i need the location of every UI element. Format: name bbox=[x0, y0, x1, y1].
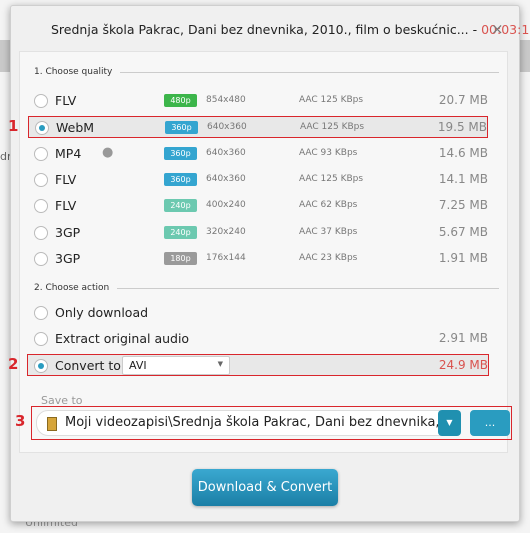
marker-3: 3 bbox=[15, 412, 26, 430]
radio[interactable] bbox=[34, 225, 48, 240]
format: FLV bbox=[55, 93, 77, 108]
chevron-down-icon: ▼ bbox=[217, 360, 223, 368]
quality-badge: 240p bbox=[164, 199, 197, 213]
convert-format-select[interactable]: AVI ▼ bbox=[122, 356, 230, 375]
format: WebM bbox=[56, 120, 95, 136]
action-extract-audio[interactable]: Extract original audio 2.91 MB bbox=[28, 328, 488, 350]
file-size: 5.67 MB bbox=[438, 224, 488, 239]
radio[interactable] bbox=[34, 306, 48, 320]
quality-badge: 360p bbox=[164, 172, 197, 186]
file-size: 20.7 MB bbox=[438, 93, 488, 107]
close-icon[interactable]: × bbox=[491, 20, 504, 38]
folder-icon bbox=[47, 417, 57, 431]
marker-2: 2 bbox=[8, 355, 19, 373]
save-path-group: Moji videozapisi\Srednja škola Pakrac, D… bbox=[31, 406, 512, 440]
audio-bitrate: AAC 125 KBps bbox=[299, 95, 364, 105]
audio-bitrate: AAC 62 KBps bbox=[299, 200, 358, 211]
audio-bitrate: AAC 125 KBps bbox=[300, 122, 365, 133]
action-only-download[interactable]: Only download bbox=[28, 302, 488, 324]
file-size: 7.25 MB bbox=[438, 198, 488, 213]
file-size: 19.5 MB bbox=[437, 120, 487, 135]
format: FLV bbox=[55, 198, 77, 214]
quality-badge: 240p bbox=[164, 225, 197, 239]
quality-row[interactable]: FLV 240p 400x240 AAC 62 KBps 7.25 MB bbox=[28, 195, 488, 217]
audio-bitrate: AAC 93 KBps bbox=[299, 147, 358, 158]
apple-icon: ● bbox=[102, 144, 114, 160]
resolution: 640x360 bbox=[206, 147, 246, 158]
quality-row[interactable]: 3GP 180p 176x144 AAC 23 KBps 1.91 MB bbox=[28, 248, 488, 270]
quality-row[interactable]: WebM 360p 640x360 AAC 125 KBps 19.5 MB bbox=[28, 116, 488, 139]
marker-1: 1 bbox=[8, 117, 19, 136]
quality-badge: 180p bbox=[164, 251, 197, 265]
radio[interactable] bbox=[34, 332, 48, 346]
radio[interactable] bbox=[34, 172, 48, 187]
quality-row[interactable]: FLV 480p 854x480 AAC 125 KBps 20.7 MB bbox=[28, 90, 488, 112]
resolution: 400x240 bbox=[206, 200, 246, 211]
radio[interactable] bbox=[34, 199, 48, 214]
format: MP4 bbox=[55, 145, 82, 161]
path-dropdown-button[interactable]: ▼ bbox=[438, 410, 461, 436]
browse-button[interactable]: ... bbox=[470, 410, 510, 436]
radio[interactable] bbox=[34, 146, 48, 161]
audio-bitrate: AAC 125 KBps bbox=[299, 173, 364, 184]
dialog-title: Srednja škola Pakrac, Dani bez dnevnika,… bbox=[51, 22, 530, 37]
save-path-input[interactable]: Moji videozapisi\Srednja škola Pakrac, D… bbox=[36, 410, 456, 436]
format: 3GP bbox=[55, 224, 81, 240]
section-action: 2. Choose action bbox=[34, 283, 499, 293]
format: 3GP bbox=[55, 250, 81, 266]
file-size: 1.91 MB bbox=[438, 250, 488, 265]
quality-row[interactable]: 3GP 240p 320x240 AAC 37 KBps 5.67 MB bbox=[28, 222, 488, 244]
file-size: 14.1 MB bbox=[438, 171, 488, 186]
resolution: 640x360 bbox=[207, 122, 247, 133]
resolution: 640x360 bbox=[206, 173, 246, 184]
resolution: 854x480 bbox=[206, 95, 246, 105]
quality-row[interactable]: FLV 360p 640x360 AAC 125 KBps 14.1 MB bbox=[28, 169, 488, 191]
section-quality: 1. Choose quality bbox=[34, 67, 499, 77]
radio[interactable] bbox=[34, 251, 48, 266]
action-convert[interactable]: Convert to AVI ▼ 24.9 MB bbox=[27, 354, 489, 376]
audio-bitrate: AAC 37 KBps bbox=[299, 226, 358, 237]
radio[interactable] bbox=[34, 94, 48, 108]
file-size: 14.6 MB bbox=[438, 145, 488, 160]
quality-badge: 480p bbox=[164, 94, 197, 107]
audio-bitrate: AAC 23 KBps bbox=[299, 252, 358, 263]
options-panel: 1. Choose quality FLV 480p 854x480 AAC 1… bbox=[8, 51, 508, 453]
radio[interactable] bbox=[35, 121, 49, 136]
quality-row[interactable]: MP4 ● 360p 640x360 AAC 93 KBps 14.6 MB bbox=[28, 143, 488, 165]
format: FLV bbox=[55, 171, 77, 187]
quality-badge: 360p bbox=[164, 146, 197, 160]
resolution: 320x240 bbox=[206, 226, 246, 237]
radio[interactable] bbox=[34, 359, 48, 373]
download-dialog: Srednja škola Pakrac, Dani bez dnevnika,… bbox=[8, 5, 530, 522]
download-convert-button[interactable]: Download & Convert bbox=[192, 469, 338, 506]
duration: 00:03:11 bbox=[481, 22, 530, 37]
resolution: 176x144 bbox=[206, 252, 246, 263]
quality-badge: 360p bbox=[165, 121, 198, 135]
